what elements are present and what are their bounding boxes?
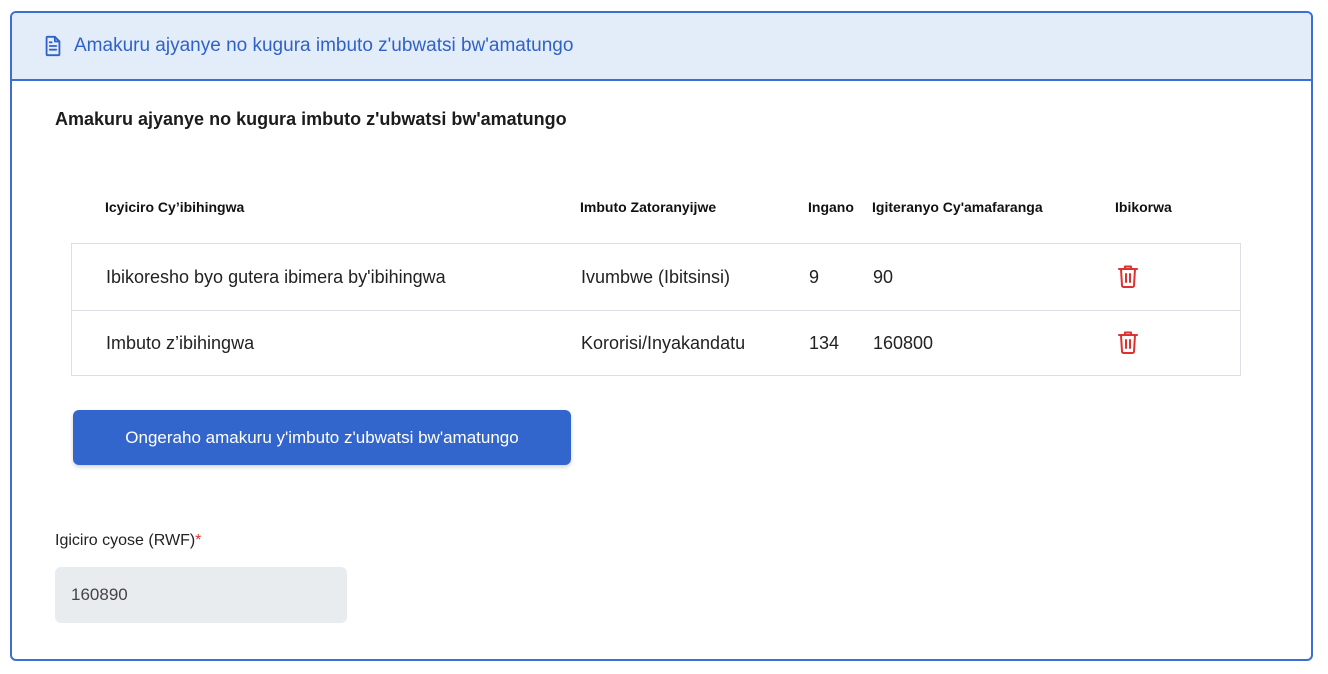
- column-header-amount: Igiteranyo Cy'amafaranga: [872, 199, 1043, 215]
- column-header-quantity: Ingano: [808, 199, 854, 215]
- card-header-title: Amakuru ajyanye no kugura imbuto z'ubwat…: [74, 35, 574, 56]
- column-header-category: Icyiciro Cy’ibihingwa: [105, 199, 245, 215]
- trash-icon[interactable]: [1117, 330, 1139, 354]
- cell-category: Imbuto z’ibihingwa: [106, 333, 255, 353]
- cell-category: Ibikoresho byo gutera ibimera by'ibihing…: [106, 267, 446, 287]
- column-header-actions: Ibikorwa: [1115, 199, 1172, 215]
- total-price-label-text: Igiciro cyose (RWF): [55, 532, 196, 549]
- cell-amount: 160800: [873, 333, 934, 353]
- required-mark: *: [195, 532, 202, 549]
- trash-icon[interactable]: [1117, 264, 1139, 288]
- total-price-label: Igiciro cyose (RWF)*: [55, 532, 201, 550]
- document-icon: [42, 35, 64, 57]
- column-header-seed: Imbuto Zatoranyijwe: [580, 199, 717, 215]
- cell-amount: 90: [873, 267, 894, 287]
- cell-seed: Ivumbwe (Ibitsinsi): [581, 267, 731, 287]
- seed-table: Ibikoresho byo gutera ibimera by'ibihing…: [71, 243, 1241, 376]
- table-row: Ibikoresho byo gutera ibimera by'ibihing…: [72, 244, 1240, 311]
- card-header: Amakuru ajyanye no kugura imbuto z'ubwat…: [12, 13, 1311, 81]
- table-row: Imbuto z’ibihingwa Kororisi/Inyakandatu …: [72, 310, 1240, 376]
- cell-quantity: 134: [809, 333, 840, 353]
- total-price-input[interactable]: [55, 567, 347, 623]
- seed-purchase-card: Amakuru ajyanye no kugura imbuto z'ubwat…: [10, 11, 1313, 661]
- cell-quantity: 9: [809, 267, 820, 287]
- cell-seed: Kororisi/Inyakandatu: [581, 333, 746, 353]
- section-title: Amakuru ajyanye no kugura imbuto z'ubwat…: [55, 109, 567, 129]
- add-seed-info-button[interactable]: Ongeraho amakuru y'imbuto z'ubwatsi bw'a…: [73, 410, 571, 465]
